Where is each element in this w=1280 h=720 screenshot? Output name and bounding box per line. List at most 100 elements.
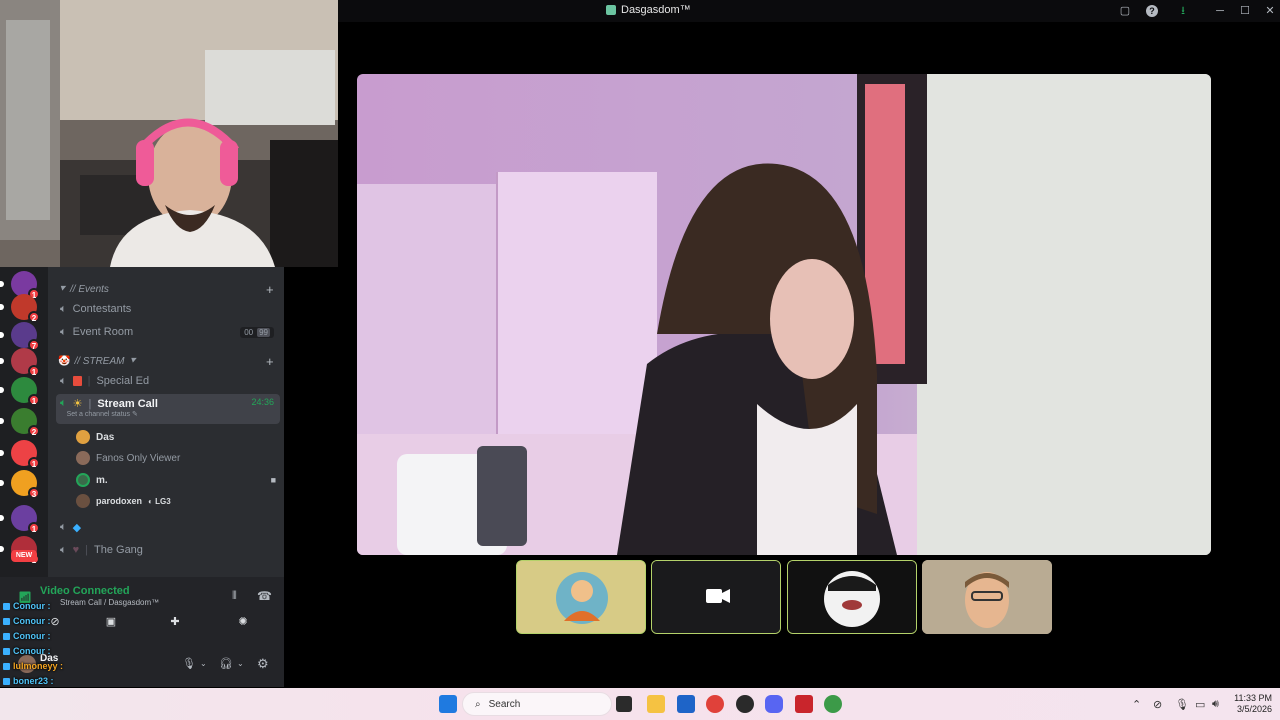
participant-tile-2[interactable] — [651, 560, 781, 634]
avatar — [76, 473, 90, 487]
close-button[interactable]: ✕ — [1262, 3, 1278, 19]
volume-icon[interactable]: 🔊︎ — [1212, 698, 1219, 711]
participant-tile-4[interactable] — [922, 560, 1052, 634]
add-channel-icon[interactable]: + — [266, 282, 274, 297]
unread-indicator — [0, 418, 4, 424]
file-explorer-icon[interactable] — [647, 695, 665, 713]
chat-badge-icon — [3, 617, 10, 625]
channel-diamond[interactable]: 🔈︎ ◆ — [56, 517, 280, 537]
speaker-icon: 🔈︎ — [60, 397, 67, 409]
chrome-icon[interactable] — [706, 695, 724, 713]
avatar — [76, 451, 90, 465]
server-icon[interactable]: 1 — [0, 348, 40, 377]
chat-badge-icon — [3, 632, 10, 640]
server-icon[interactable]: 1 — [0, 505, 40, 534]
main-video-feed[interactable] — [357, 74, 1211, 555]
chat-message: Conour : — [3, 601, 51, 611]
window-title: Dasgasdom™ — [606, 4, 691, 16]
display-icon[interactable]: ▭ — [1195, 698, 1205, 711]
mention-badge: 3 — [28, 487, 40, 499]
speaker-icon: 🔈︎ — [60, 302, 67, 315]
task-view-icon[interactable] — [616, 696, 632, 712]
network-icon[interactable]: ⊘ — [1153, 698, 1162, 711]
acrobat-icon[interactable] — [795, 695, 813, 713]
chat-username: boner23 : — [13, 676, 54, 686]
camera-icon: ■ — [270, 475, 276, 485]
channel-stream-call[interactable]: 🔈︎ ☀ | Stream Call Set a channel status … — [56, 394, 280, 424]
add-channel-icon[interactable]: + — [266, 354, 274, 369]
unread-indicator — [0, 358, 4, 364]
webcam-image — [0, 0, 338, 267]
store-icon[interactable] — [677, 695, 695, 713]
obs-icon[interactable] — [736, 695, 754, 713]
diamond-icon: ◆ — [72, 521, 82, 534]
unread-indicator — [0, 387, 4, 393]
taskbar: ⌕ Search ⌃ ⊘ 🎙︎ ▭ 🔊︎ 11:33 PM 3/5/2026 — [0, 688, 1280, 720]
system-clock[interactable]: 11:33 PM 3/5/2026 — [1228, 693, 1272, 715]
chevron-down-icon[interactable]: ⌄ — [200, 659, 207, 668]
channel-contestants[interactable]: 🔈︎ Contestants — [56, 299, 280, 319]
chat-username: Conour : — [13, 646, 51, 656]
mention-badge: 2 — [28, 425, 40, 437]
server-icon[interactable]: 3 — [0, 470, 40, 499]
voice-location[interactable]: Stream Call / Dasgasdom™ — [60, 598, 159, 607]
chat-username: Conour : — [13, 631, 51, 641]
windows-start-icon[interactable] — [439, 695, 457, 713]
chat-message: lulmoneyy : — [3, 661, 63, 671]
avatar-image — [922, 560, 1052, 634]
avatar — [76, 430, 90, 444]
avatar-image — [788, 561, 916, 633]
maximize-button[interactable]: ☐ — [1237, 3, 1253, 19]
channel-list: ⯆ // Events + 🔈︎ Contestants 🔈︎ Event Ro… — [48, 267, 284, 577]
category-stream[interactable]: 🤡 // STREAM ⯆ + — [58, 354, 274, 369]
activities-button[interactable]: ✚ — [150, 615, 200, 633]
unread-indicator — [0, 515, 4, 521]
server-icon[interactable]: 1 — [0, 440, 40, 469]
microphone-icon[interactable]: 🎙︎ — [1175, 698, 1189, 711]
camera-icon — [652, 561, 780, 633]
participant-tile-1[interactable] — [516, 560, 646, 634]
screen-share-button[interactable]: ▣ — [86, 615, 136, 633]
channel-the-gang[interactable]: 🔈︎ ♥ | The Gang — [56, 540, 280, 560]
server-icon[interactable]: NEW — [11, 550, 37, 562]
disconnect-icon[interactable]: ☎ — [257, 589, 272, 603]
avatar — [76, 494, 90, 508]
server-icon[interactable]: 2 — [0, 294, 40, 323]
minimize-button[interactable]: ─ — [1212, 3, 1228, 19]
server-icon[interactable]: 2 — [0, 408, 40, 437]
chat-message: Conour : — [3, 616, 51, 626]
chrome-icon[interactable] — [824, 695, 842, 713]
channel-special-ed[interactable]: 🔈︎ | Special Ed — [56, 371, 280, 391]
voice-user-das[interactable]: Das — [76, 430, 114, 444]
participant-tile-3[interactable] — [787, 560, 917, 634]
title-bar: Dasgasdom™ ▢ ? ⭳ ─ ☐ ✕ — [338, 0, 1280, 22]
category-events[interactable]: ⯆ // Events + — [58, 282, 274, 297]
chevron-down-icon: ⯆ — [128, 356, 137, 367]
download-icon[interactable]: ⭳ — [1175, 3, 1191, 19]
microphone-icon[interactable]: 🎙︎ — [182, 657, 196, 670]
soundboard-button[interactable]: ✺ — [218, 615, 268, 633]
server-icon[interactable]: 1 — [0, 377, 40, 406]
voice-user-parodoxen[interactable]: parodoxen ◐ LG3 — [76, 494, 171, 508]
pencil-icon[interactable]: ✎ — [132, 411, 138, 418]
channel-event-room[interactable]: 🔈︎ Event Room 00 99 — [56, 322, 280, 342]
chevron-down-icon[interactable]: ⌄ — [237, 659, 244, 668]
help-icon[interactable]: ? — [1146, 5, 1158, 17]
voice-user-fanos[interactable]: Fanos Only Viewer — [76, 451, 180, 465]
discord-logo-icon — [606, 5, 616, 15]
guild-tag: ◐ LG3 — [148, 496, 171, 506]
chat-badge-icon — [3, 662, 10, 670]
chevron-up-icon[interactable]: ⌃ — [1132, 698, 1141, 711]
taskbar-search[interactable]: ⌕ Search — [462, 692, 612, 716]
headphones-icon[interactable]: 🎧︎ — [219, 657, 233, 670]
inbox-icon[interactable]: ▢ — [1117, 3, 1133, 19]
noise-suppression-icon[interactable]: ⦀ — [232, 590, 237, 603]
server-icon[interactable]: 7 — [0, 322, 40, 351]
call-timer: 24:36 — [251, 397, 274, 407]
settings-icon[interactable]: ⚙ — [257, 656, 269, 672]
voice-status: Video Connected — [40, 585, 130, 597]
voice-user-m[interactable]: m. ■ — [76, 473, 276, 487]
unread-indicator — [0, 480, 4, 486]
discord-icon[interactable] — [765, 695, 783, 713]
unread-indicator — [0, 546, 4, 552]
